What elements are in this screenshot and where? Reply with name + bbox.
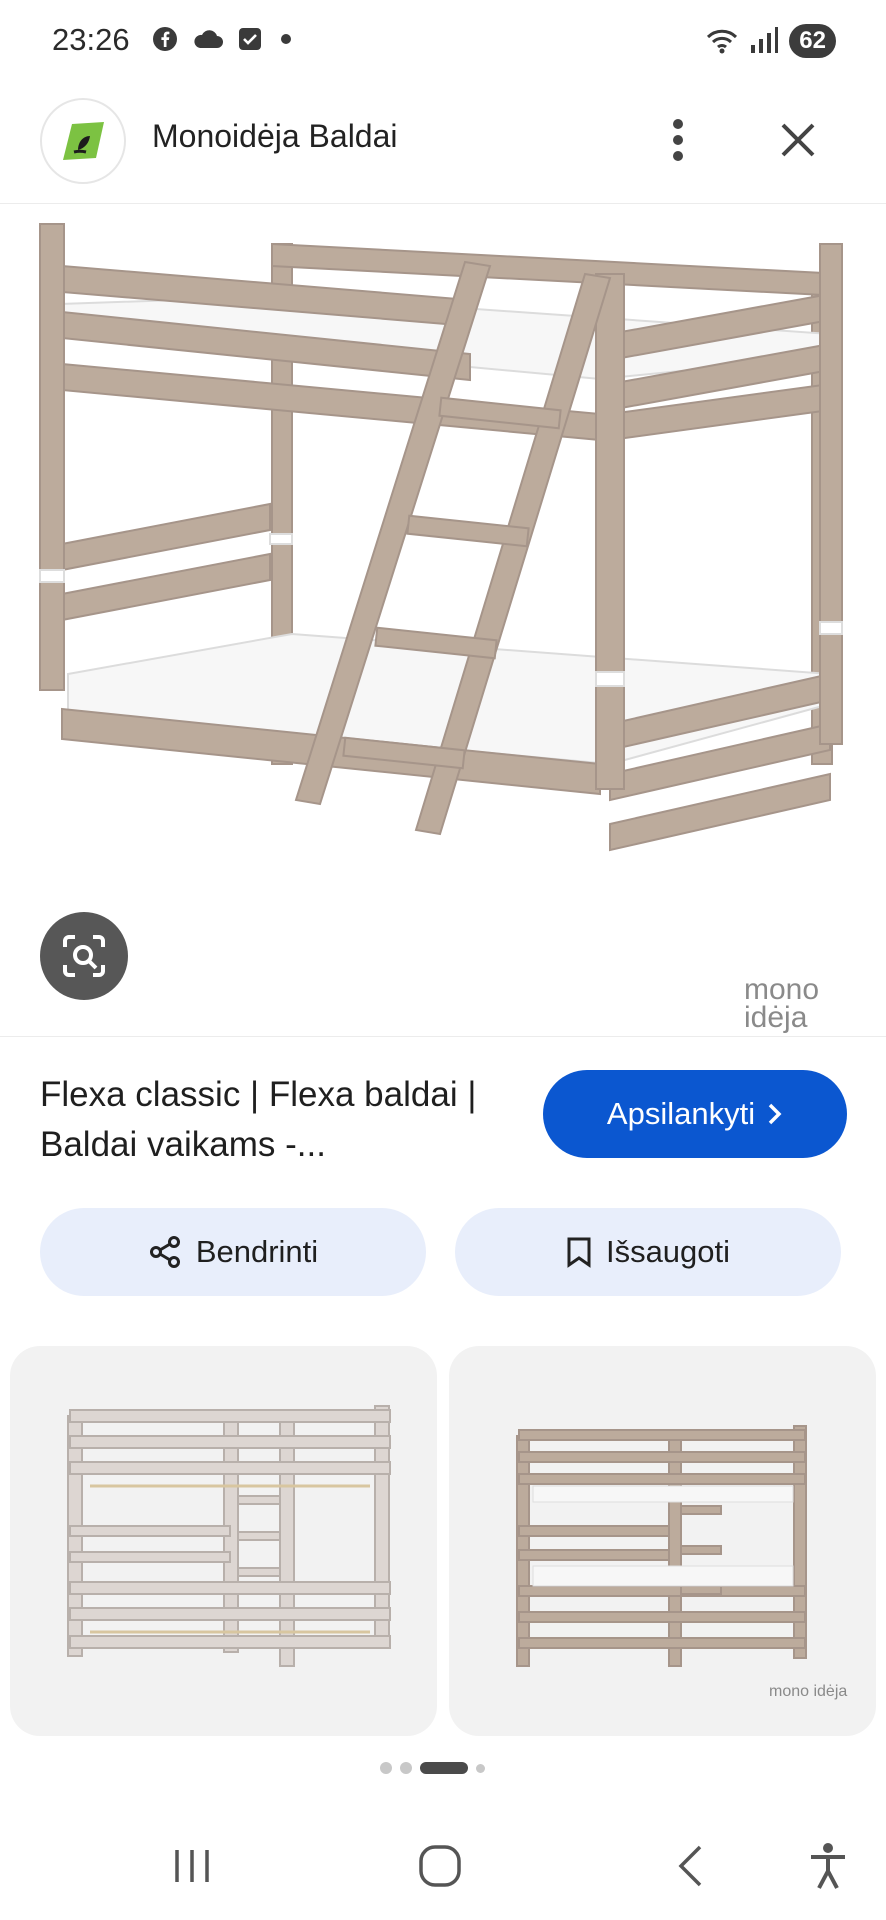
share-button[interactable]: Bendrinti: [40, 1208, 426, 1296]
more-vert-icon: [673, 119, 683, 161]
site-logo[interactable]: [40, 98, 126, 184]
recents-icon: [175, 1850, 209, 1882]
status-right: 62: [705, 24, 836, 58]
pager-dot[interactable]: [400, 1762, 412, 1774]
related-image-card[interactable]: [10, 1346, 437, 1736]
pager-dot-active[interactable]: [420, 1762, 468, 1774]
watermark-line1: mono: [744, 973, 820, 1006]
more-options-button[interactable]: [656, 112, 700, 168]
pager-dot[interactable]: [380, 1762, 392, 1774]
accessibility-icon: [811, 1843, 845, 1889]
bunk-bed-illustration: [39, 223, 843, 852]
wifi-icon: [707, 29, 738, 54]
home-button[interactable]: [410, 1836, 470, 1896]
recents-button[interactable]: [162, 1836, 222, 1896]
image-watermark: mono idėja: [744, 973, 820, 1034]
related-bunk-bed-image: mono idėja: [516, 1425, 847, 1700]
related-bunk-bed-image: [67, 1405, 391, 1667]
share-label: Bendrinti: [195, 1234, 319, 1269]
battery-indicator: 62: [789, 24, 836, 58]
check-box-icon: [239, 28, 261, 50]
watermark-line2: idėja: [744, 1001, 808, 1034]
site-name[interactable]: Monoidėja Baldai: [152, 118, 398, 155]
close-icon: [781, 123, 815, 157]
visit-label: Apsilankyti: [606, 1096, 756, 1131]
close-button[interactable]: [770, 112, 826, 168]
related-watermark: mono idėja: [769, 1683, 847, 1700]
save-button[interactable]: Išsaugoti: [455, 1208, 841, 1296]
cloud-icon: [194, 30, 223, 48]
chevron-right-icon: [768, 1103, 782, 1125]
google-lens-button[interactable]: [40, 912, 128, 1000]
image-divider: [0, 1036, 886, 1037]
dot-icon: [281, 34, 291, 44]
home-icon: [419, 1845, 461, 1887]
related-image-card[interactable]: mono idėja: [449, 1346, 876, 1736]
save-label: Išsaugoti: [605, 1234, 731, 1269]
result-title[interactable]: Flexa classic | Flexa baldai | Baldai va…: [40, 1070, 490, 1170]
visit-button[interactable]: Apsilankyti: [543, 1070, 847, 1158]
signal-icon: [751, 27, 779, 53]
lens-search-icon: [63, 935, 105, 977]
facebook-icon: [153, 27, 177, 51]
monoideja-logo-icon: [63, 122, 104, 160]
back-icon: [678, 1845, 702, 1887]
pager-dots: [380, 1762, 485, 1774]
bookmark-icon: [567, 1237, 591, 1268]
pager-dot[interactable]: [476, 1763, 485, 1773]
main-product-image[interactable]: [0, 204, 886, 1036]
share-icon: [149, 1236, 180, 1268]
accessibility-button[interactable]: [798, 1836, 858, 1896]
status-time: 23:26: [52, 22, 130, 57]
back-button[interactable]: [660, 1836, 720, 1896]
status-icons: [152, 26, 296, 52]
